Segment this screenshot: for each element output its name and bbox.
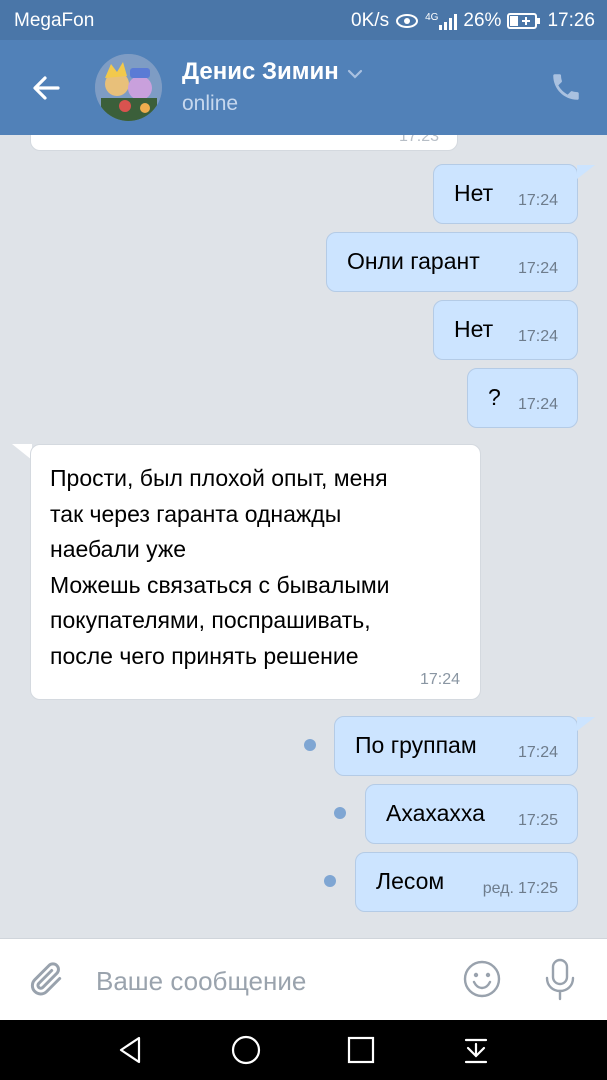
network-type: 4G [425, 12, 439, 23]
status-bar: MegaFon 0K/s 4G 26% 17:26 [0, 0, 607, 40]
message-text: Прости, был плохой опыт, меня так через … [50, 465, 390, 669]
unread-indicator [334, 807, 346, 819]
message-time: 17:24 [517, 328, 558, 345]
contact-name[interactable]: Денис Зимин [182, 58, 363, 86]
message-bubble-outgoing[interactable]: Онли гарант 17:24 [326, 232, 578, 292]
message-text: Лесом [376, 868, 445, 894]
microphone-icon[interactable] [542, 957, 578, 1003]
edited-label: ред. [482, 880, 514, 897]
message-time: ред. 17:25 [483, 880, 558, 898]
network-speed: 0K/s [351, 10, 390, 31]
square-recents-icon[interactable] [345, 1034, 377, 1066]
message-bubble-outgoing[interactable]: По группам 17:24 [334, 716, 578, 776]
battery-percent: 26% [463, 10, 502, 31]
arrow-left-icon[interactable] [26, 68, 66, 108]
chat-header: Денис Зимин online [0, 40, 607, 135]
message-text: Нет [454, 180, 494, 206]
message-bubble-outgoing[interactable]: Нет 17:24 [433, 300, 578, 360]
unread-indicator [324, 875, 336, 887]
message-text: Ахахахха [386, 800, 485, 826]
contact-name-text: Денис Зимин [182, 58, 339, 85]
message-time: 17:23 [398, 135, 439, 145]
message-time: 17:24 [419, 671, 460, 688]
message-bubble-outgoing[interactable]: Нет 17:24 [433, 164, 578, 224]
pull-down-icon[interactable] [460, 1034, 492, 1066]
contact-status: online [182, 92, 239, 115]
triangle-back-icon[interactable] [115, 1034, 147, 1066]
paperclip-icon[interactable] [28, 959, 68, 1003]
message-bubble-outgoing[interactable]: Лесом ред. 17:25 [355, 852, 578, 912]
message-time-value: 17:25 [517, 880, 558, 897]
message-time: 17:25 [517, 812, 558, 829]
chevron-down-icon [347, 58, 363, 86]
message-bubble-incoming[interactable]: 17:23 [30, 135, 458, 151]
eye-icon [395, 13, 419, 29]
message-text: Онли гарант [347, 248, 480, 274]
bubble-tail [577, 717, 595, 731]
avatar[interactable] [95, 54, 162, 121]
message-text: ? [488, 384, 501, 410]
bubble-tail [577, 165, 595, 179]
message-input[interactable] [96, 961, 436, 1001]
message-composer [0, 938, 607, 1020]
message-bubble-incoming[interactable]: Прости, был плохой опыт, меня так через … [30, 444, 481, 700]
message-time: 17:24 [517, 192, 558, 209]
message-time: 17:24 [517, 396, 558, 413]
system-nav-bar [0, 1020, 607, 1080]
phone-icon[interactable] [549, 70, 583, 104]
message-bubble-outgoing[interactable]: Ахахахха 17:25 [365, 784, 578, 844]
battery-icon [507, 12, 541, 30]
signal-icon: 4G [425, 12, 458, 30]
clock: 17:26 [547, 10, 595, 31]
message-list[interactable]: 17:23 Нет 17:24 Онли гарант 17:24 Нет 17… [0, 135, 607, 938]
status-icons: 0K/s 4G 26% 17:26 [351, 10, 595, 32]
message-text: Нет [454, 316, 494, 342]
message-time: 17:24 [517, 744, 558, 761]
bubble-tail [12, 444, 32, 460]
message-bubble-outgoing[interactable]: ? 17:24 [467, 368, 578, 428]
message-time: 17:24 [517, 260, 558, 277]
carrier-name: MegaFon [14, 10, 95, 31]
unread-indicator [304, 739, 316, 751]
smile-icon[interactable] [462, 959, 502, 999]
message-text: По группам [355, 732, 477, 758]
circle-home-icon[interactable] [230, 1034, 262, 1066]
